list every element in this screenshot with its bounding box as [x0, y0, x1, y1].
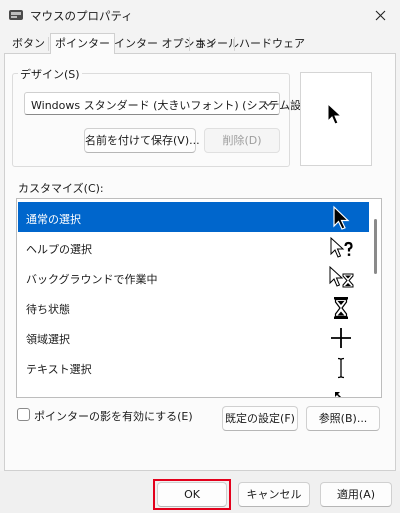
list-item[interactable]: テキスト選択: [18, 352, 370, 382]
tab-strip: ボタン ポインター ポインター オプション ホイール ハードウェア: [4, 33, 396, 54]
list-item[interactable]: バックグラウンドで作業中: [18, 262, 370, 292]
tab-divider: [234, 37, 235, 51]
tab-buttons[interactable]: ボタン: [10, 35, 47, 53]
hourglass-cursor-icon: [334, 297, 348, 319]
list-item[interactable]: 通常の選択: [18, 202, 370, 232]
arrow-cursor-icon: [333, 205, 350, 230]
tab-pointers[interactable]: ポインター: [50, 33, 115, 54]
customize-label: カスタマイズ(C):: [18, 182, 104, 195]
chevron-down-icon: [263, 101, 273, 107]
scheme-group-label: デザイン(S): [18, 66, 82, 82]
cancel-button[interactable]: キャンセル: [238, 482, 310, 507]
list-item-label: バックグラウンドで作業中: [26, 273, 158, 286]
list-item-label: ヘルプの選択: [26, 243, 92, 256]
list-item-label: 領域選択: [26, 333, 70, 346]
diagonal-resize-cursor-icon: [335, 392, 342, 397]
delete-button[interactable]: 削除(D): [204, 128, 280, 153]
list-scrollbar[interactable]: [369, 199, 381, 397]
cursor-list[interactable]: 通常の選択 ヘルプの選択 バックグラウンドで作業中 待ち状態 領域選択 テキスト…: [16, 198, 382, 398]
save-as-button[interactable]: 名前を付けて保存(V)...: [84, 128, 200, 153]
scheme-dropdown[interactable]: Windows スタンダード (大きいフォント) (システム設定): [24, 92, 316, 115]
cursor-preview: [300, 72, 372, 166]
list-item[interactable]: [18, 382, 370, 397]
list-item[interactable]: 待ち状態: [18, 292, 370, 322]
text-beam-cursor-icon: [337, 357, 345, 379]
working-background-cursor-icon: [329, 265, 354, 288]
arrow-cursor-icon: [327, 103, 343, 125]
ok-button-highlight: [153, 479, 231, 510]
list-item-label: 通常の選択: [26, 213, 81, 226]
tab-hardware[interactable]: ハードウェア: [237, 35, 307, 53]
list-item[interactable]: 領域選択: [18, 322, 370, 352]
close-icon: [375, 10, 385, 20]
close-button[interactable]: [360, 0, 400, 30]
list-item-label: テキスト選択: [26, 363, 92, 376]
help-cursor-icon: [330, 236, 353, 258]
apply-button[interactable]: 適用(A): [320, 482, 392, 507]
browse-button[interactable]: 参照(B)...: [306, 406, 380, 431]
scrollbar-thumb[interactable]: [374, 219, 377, 274]
window-title: マウスのプロパティ: [30, 9, 133, 23]
tab-divider: [189, 37, 190, 51]
list-item[interactable]: ヘルプの選択: [18, 232, 370, 262]
use-default-button[interactable]: 既定の設定(F): [222, 406, 298, 431]
pointer-shadow-checkbox[interactable]: [17, 408, 30, 421]
crosshair-cursor-icon: [331, 328, 351, 348]
scheme-dropdown-value: Windows スタンダード (大きいフォント) (システム設定): [31, 99, 317, 112]
tab-divider: [48, 37, 49, 51]
list-item-label: 待ち状態: [26, 303, 70, 316]
mouse-icon: [9, 10, 23, 20]
pointer-shadow-label[interactable]: ポインターの影を有効にする(E): [34, 408, 193, 424]
title-bar: マウスのプロパティ: [0, 0, 400, 30]
